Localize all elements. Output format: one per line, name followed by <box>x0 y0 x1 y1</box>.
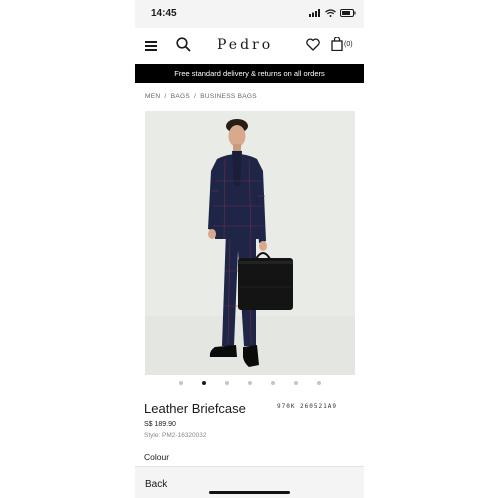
carousel-dot[interactable] <box>225 381 229 385</box>
bag-count: (0) <box>344 41 353 48</box>
breadcrumb-men[interactable]: MEN <box>145 93 160 100</box>
back-button[interactable]: Back <box>145 479 167 490</box>
promo-banner[interactable]: Free standard delivery & returns on all … <box>135 64 364 83</box>
wishlist-heart-icon[interactable] <box>306 38 320 51</box>
image-carousel-dots <box>179 381 321 385</box>
carousel-dot-active[interactable] <box>202 381 206 385</box>
wifi-icon <box>325 9 336 17</box>
bottom-navigation-bar: Back <box>135 466 364 498</box>
model-with-briefcase-illustration <box>145 111 355 375</box>
home-indicator[interactable] <box>209 491 290 494</box>
breadcrumb: MEN / BAGS / BUSINESS BAGS <box>145 93 259 100</box>
colour-label: Colour <box>144 452 170 462</box>
phone-screen: 14:45 Pedro (0) Free standard delivery &… <box>135 0 364 498</box>
status-bar: 14:45 <box>135 0 364 28</box>
site-header: Pedro (0) <box>135 28 364 64</box>
status-icons <box>309 9 356 17</box>
carousel-dot[interactable] <box>271 381 275 385</box>
breadcrumb-business-bags[interactable]: BUSINESS BAGS <box>200 93 257 100</box>
carousel-dot[interactable] <box>248 381 252 385</box>
product-code: 970K 260521A9 <box>277 403 337 410</box>
carousel-dot[interactable] <box>317 381 321 385</box>
breadcrumb-bags[interactable]: BAGS <box>171 93 190 100</box>
brand-logo[interactable]: Pedro <box>217 37 273 53</box>
product-price: S$ 189.90 <box>144 421 176 428</box>
search-icon[interactable] <box>176 37 191 52</box>
product-title: Leather Briefcase <box>144 401 246 416</box>
style-code: Style: PM2-16320032 <box>144 432 207 439</box>
shopping-bag-icon[interactable] <box>331 37 343 51</box>
status-time: 14:45 <box>151 8 177 19</box>
carousel-dot[interactable] <box>179 381 183 385</box>
product-image[interactable] <box>145 111 355 375</box>
menu-icon[interactable] <box>145 41 157 51</box>
breadcrumb-separator: / <box>194 93 197 100</box>
breadcrumb-separator: / <box>164 93 167 100</box>
battery-icon <box>340 9 356 17</box>
carousel-dot[interactable] <box>294 381 298 385</box>
signal-icon <box>309 9 320 17</box>
